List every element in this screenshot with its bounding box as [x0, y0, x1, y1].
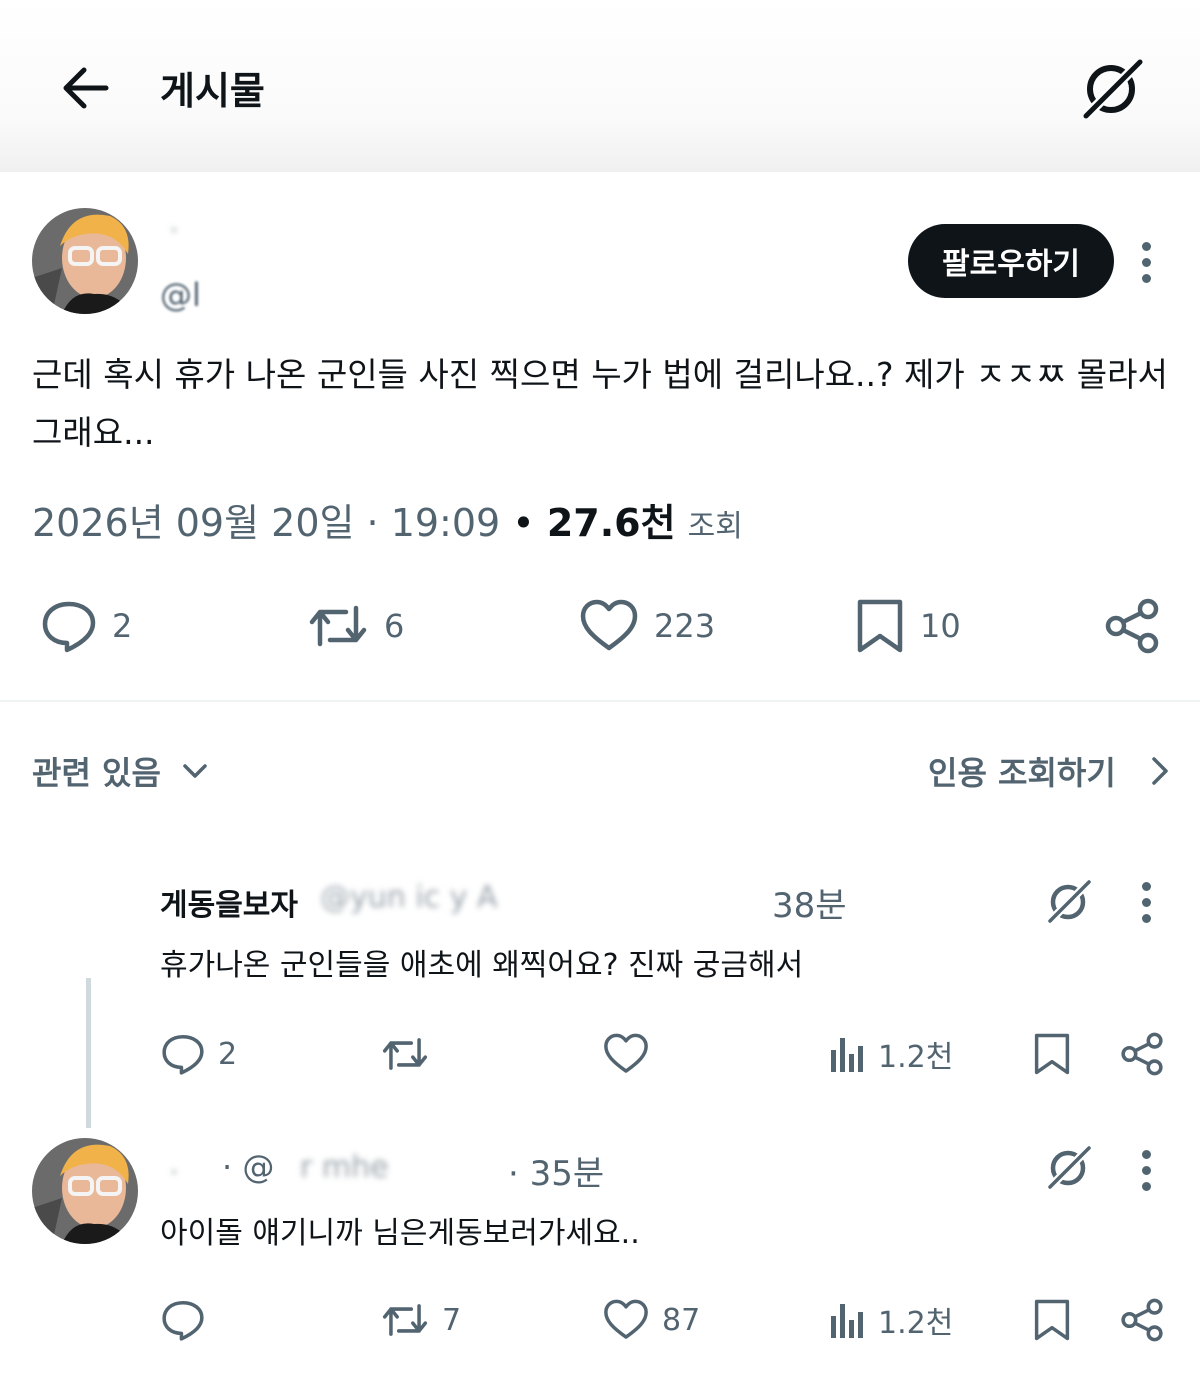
view-count: 27.6천 — [546, 501, 676, 545]
grok-icon[interactable] — [1046, 1144, 1092, 1190]
repost-icon — [382, 1038, 428, 1070]
repost-button[interactable]: 7 — [380, 1298, 461, 1342]
more-icon[interactable] — [1140, 882, 1152, 930]
quote-label: 인용 조회하기 — [928, 754, 1116, 792]
share-button[interactable] — [1120, 1032, 1164, 1076]
bookmark-icon — [1034, 1033, 1070, 1075]
avatar[interactable] — [32, 1138, 138, 1244]
like-button[interactable] — [602, 1032, 650, 1076]
thread-line — [86, 978, 91, 1128]
view-count: 1.2천 — [878, 1306, 954, 1341]
chevron-right-icon — [1152, 757, 1168, 785]
reply-author-name[interactable]: 게동을보자 — [160, 880, 298, 924]
bookmark-button[interactable]: 10 — [854, 598, 961, 654]
reply-time[interactable]: 38분 — [772, 878, 847, 927]
author-handle[interactable]: @l — [160, 276, 201, 314]
views-button[interactable]: 1.2천 — [828, 1298, 953, 1342]
reply-author-handle[interactable]: · @ — [222, 1148, 274, 1186]
meta-separator: • — [512, 501, 535, 545]
repost-button[interactable] — [380, 1032, 430, 1076]
reply-author-name[interactable]: ㆍ — [160, 1148, 188, 1192]
reply-button[interactable] — [160, 1298, 206, 1342]
post-meta: 2026년 09월 20일 · 19:09 • 27.6천 조회 — [32, 492, 743, 547]
grok-icon[interactable] — [1046, 878, 1092, 924]
share-icon — [1121, 1298, 1163, 1342]
repost-button[interactable]: 6 — [306, 598, 404, 654]
like-button[interactable]: 223 — [578, 598, 715, 654]
reply-handle-blur[interactable]: r mhe — [300, 1150, 389, 1185]
reply-button[interactable]: 2 — [160, 1032, 237, 1076]
back-arrow-icon[interactable] — [58, 62, 114, 114]
reply-icon — [162, 1300, 204, 1341]
reply-author-handle[interactable]: @yun ic y A — [320, 880, 498, 915]
divider — [0, 700, 1200, 702]
bookmark-icon — [857, 599, 903, 653]
views-button[interactable]: 1.2천 — [828, 1032, 953, 1076]
post-text: 근데 혹시 휴가 나온 군인들 사진 찍으면 누가 법에 걸리나요..? 제가 … — [32, 355, 1168, 452]
view-count: 1.2천 — [878, 1040, 954, 1075]
more-icon[interactable] — [1140, 1150, 1152, 1198]
reply-icon — [42, 601, 96, 653]
reply-text: 휴가나온 군인들을 애초에 왜찍어요? 진짜 궁금해서 — [160, 948, 804, 983]
bookmark-count: 10 — [920, 607, 961, 645]
heart-icon — [604, 1299, 648, 1339]
like-count: 223 — [654, 607, 716, 645]
like-count: 87 — [662, 1302, 701, 1338]
view-quotes-link[interactable]: 인용 조회하기 — [928, 748, 1180, 794]
bookmark-button[interactable] — [1032, 1298, 1072, 1342]
heart-icon — [580, 599, 638, 651]
related-sort-dropdown[interactable]: 관련 있음 — [32, 748, 215, 794]
analytics-icon — [831, 1304, 863, 1338]
reply-button[interactable]: 2 — [40, 598, 132, 654]
more-icon[interactable] — [1140, 242, 1152, 290]
view-label: 조회 — [687, 509, 743, 544]
share-icon — [1105, 598, 1159, 654]
post-date: 2026년 09월 20일 · 19:09 — [32, 501, 501, 545]
reply-icon — [162, 1034, 204, 1075]
repost-count: 6 — [384, 607, 405, 645]
repost-icon — [309, 605, 367, 647]
avatar[interactable] — [32, 208, 138, 314]
share-button[interactable] — [1104, 598, 1160, 654]
follow-button[interactable]: 팔로우하기 — [908, 224, 1114, 298]
top-bar: 게시물 — [0, 0, 1200, 172]
like-button[interactable]: 87 — [602, 1298, 700, 1342]
repost-count: 7 — [442, 1302, 462, 1338]
author-name[interactable]: ㆍ — [160, 206, 188, 250]
reply-time[interactable]: · 35분 — [508, 1146, 604, 1195]
repost-icon — [382, 1304, 428, 1336]
bookmark-icon — [1034, 1299, 1070, 1341]
bookmark-button[interactable] — [1032, 1032, 1072, 1076]
grok-icon[interactable] — [1080, 56, 1146, 120]
share-icon — [1121, 1032, 1163, 1076]
share-button[interactable] — [1120, 1298, 1164, 1342]
analytics-icon — [831, 1038, 863, 1072]
reply-count: 2 — [218, 1036, 238, 1072]
reply-count: 2 — [112, 607, 133, 645]
reply-text: 아이돌 얘기니까 님은게동보러가세요.. — [160, 1216, 640, 1251]
chevron-down-icon — [183, 764, 207, 778]
related-label: 관련 있음 — [32, 754, 161, 792]
page-title: 게시물 — [160, 69, 265, 113]
heart-icon — [604, 1033, 648, 1073]
